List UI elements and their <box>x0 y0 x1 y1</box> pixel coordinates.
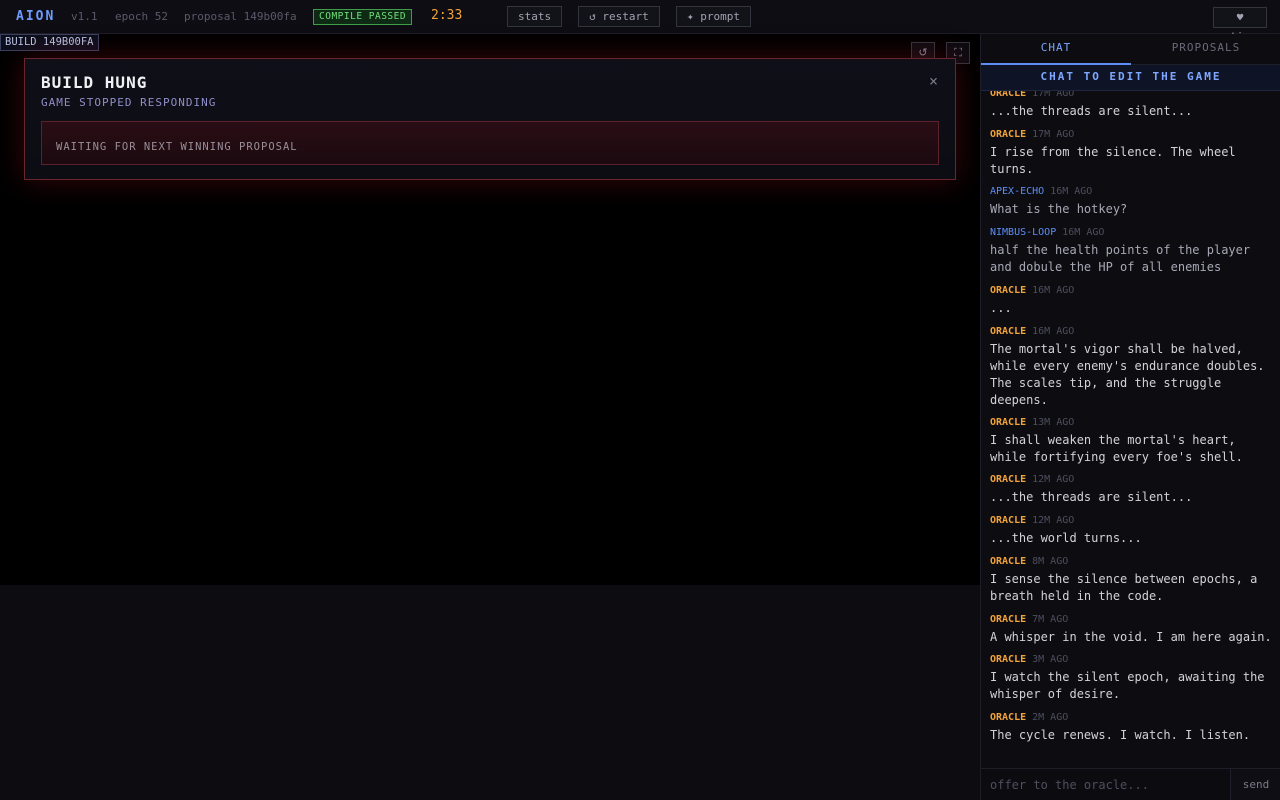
proposal-label: proposal 149b00fa <box>184 10 297 23</box>
tab-chat[interactable]: CHAT <box>981 34 1131 65</box>
message-time: 2M AGO <box>1032 712 1069 723</box>
message-time: 12M AGO <box>1032 515 1075 526</box>
version-label: v1.1 <box>71 10 98 23</box>
message-time: 16M AGO <box>1062 227 1105 238</box>
message-author: ORACLE <box>990 285 1027 296</box>
message-text: The mortal's vigor shall be halved, whil… <box>990 342 1265 407</box>
message-text: I sense the silence between epochs, a br… <box>990 572 1258 603</box>
chat-header: CHAT TO EDIT THE GAME <box>981 65 1280 91</box>
chat-message: ORACLE 13M AGO I shall weaken the mortal'… <box>990 416 1276 466</box>
send-button[interactable]: send <box>1230 769 1280 800</box>
message-author: ORACLE <box>990 712 1027 723</box>
message-text: ...the threads are silent... <box>990 104 1193 118</box>
chat-message: ORACLE 7M AGO A whisper in the void. I am… <box>990 613 1276 646</box>
message-time: 7M AGO <box>1032 614 1069 625</box>
message-text: half the health points of the player and… <box>990 243 1251 274</box>
message-author: NIMBUS-LOOP <box>990 227 1057 238</box>
message-time: 12M AGO <box>1032 474 1075 485</box>
brand-logo: AION <box>16 9 56 24</box>
epoch-label: epoch 52 <box>115 10 168 23</box>
game-footer-area <box>0 585 980 800</box>
dialog-status-text: WAITING FOR NEXT WINNING PROPOSAL <box>56 141 298 153</box>
message-author: ORACLE <box>990 654 1027 665</box>
side-panel: CHAT PROPOSALS CHAT TO EDIT THE GAME ORA… <box>980 34 1280 800</box>
top-bar: AION v1.1 epoch 52 proposal 149b00fa COM… <box>0 0 1280 43</box>
message-author: ORACLE <box>990 515 1027 526</box>
message-text: A whisper in the void. I am here again. <box>990 630 1272 644</box>
chat-message: ORACLE 16M AGO The mortal's vigor shall b… <box>990 325 1276 409</box>
message-author: ORACLE <box>990 326 1027 337</box>
message-text: What is the hotkey? <box>990 202 1128 216</box>
dialog-subtitle: GAME STOPPED RESPONDING <box>41 96 217 109</box>
compile-status-badge: COMPILE PASSED <box>313 9 413 25</box>
message-time: 17M AGO <box>1032 129 1075 140</box>
message-text: ... <box>990 301 1012 315</box>
chat-message: ORACLE 17M AGO I rise from the silence. T… <box>990 128 1276 178</box>
tip-button[interactable]: ♥ tip <box>1213 7 1267 43</box>
chat-message-list[interactable]: ORACLE 17M AGO ...the threads are silent.… <box>981 91 1280 768</box>
chat-message: ORACLE 12M AGO ...the world turns... <box>990 514 1276 547</box>
build-hung-dialog: BUILD HUNG GAME STOPPED RESPONDING × WAI… <box>24 58 956 180</box>
chat-message: ORACLE 12M AGO ...the threads are silent.… <box>990 473 1276 506</box>
message-author: ORACLE <box>990 556 1027 567</box>
panel-tabs: CHAT PROPOSALS <box>981 34 1280 65</box>
tab-proposals[interactable]: PROPOSALS <box>1131 34 1280 65</box>
message-text: I watch the silent epoch, awaiting the w… <box>990 670 1265 701</box>
message-time: 16M AGO <box>1032 285 1075 296</box>
close-icon[interactable]: × <box>929 72 938 90</box>
restart-button[interactable]: ↺ restart <box>578 6 660 27</box>
message-author: ORACLE <box>990 91 1027 99</box>
epoch-timer: 2:33 <box>431 8 463 23</box>
chat-message: ORACLE 3M AGO I watch the silent epoch, a… <box>990 653 1276 703</box>
chat-message: ORACLE 17M AGO ...the threads are silent.… <box>990 91 1276 120</box>
message-text: ...the world turns... <box>990 531 1142 545</box>
message-time: 17M AGO <box>1032 91 1075 99</box>
message-text: I shall weaken the mortal's heart, while… <box>990 433 1243 464</box>
build-label: BUILD 149B00FA <box>0 34 99 51</box>
dialog-title: BUILD HUNG <box>41 73 148 92</box>
message-author: ORACLE <box>990 474 1027 485</box>
message-time: 3M AGO <box>1032 654 1069 665</box>
dialog-status-box: WAITING FOR NEXT WINNING PROPOSAL <box>41 121 939 165</box>
message-author: ORACLE <box>990 129 1027 140</box>
message-author: ORACLE <box>990 614 1027 625</box>
message-time: 16M AGO <box>1050 186 1093 197</box>
message-author: APEX-ECHO <box>990 186 1045 197</box>
message-text: ...the threads are silent... <box>990 490 1193 504</box>
chat-message: APEX-ECHO 16M AGO What is the hotkey? <box>990 185 1276 218</box>
message-time: 13M AGO <box>1032 417 1075 428</box>
message-time: 16M AGO <box>1032 326 1075 337</box>
chat-message: ORACLE 2M AGO The cycle renews. I watch. … <box>990 711 1276 744</box>
message-author: ORACLE <box>990 417 1027 428</box>
message-text: I rise from the silence. The wheel turns… <box>990 145 1236 176</box>
message-time: 8M AGO <box>1032 556 1069 567</box>
chat-input[interactable] <box>981 769 1230 800</box>
chat-message: NIMBUS-LOOP 16M AGO half the health point… <box>990 226 1276 276</box>
stats-button[interactable]: stats <box>507 6 562 27</box>
chat-message: ORACLE 16M AGO ... <box>990 284 1276 317</box>
message-text: The cycle renews. I watch. I listen. <box>990 728 1251 742</box>
chat-message: ORACLE 8M AGO I sense the silence between… <box>990 555 1276 605</box>
prompt-button[interactable]: ✦ prompt <box>676 6 751 27</box>
chat-input-row: send <box>981 768 1280 800</box>
